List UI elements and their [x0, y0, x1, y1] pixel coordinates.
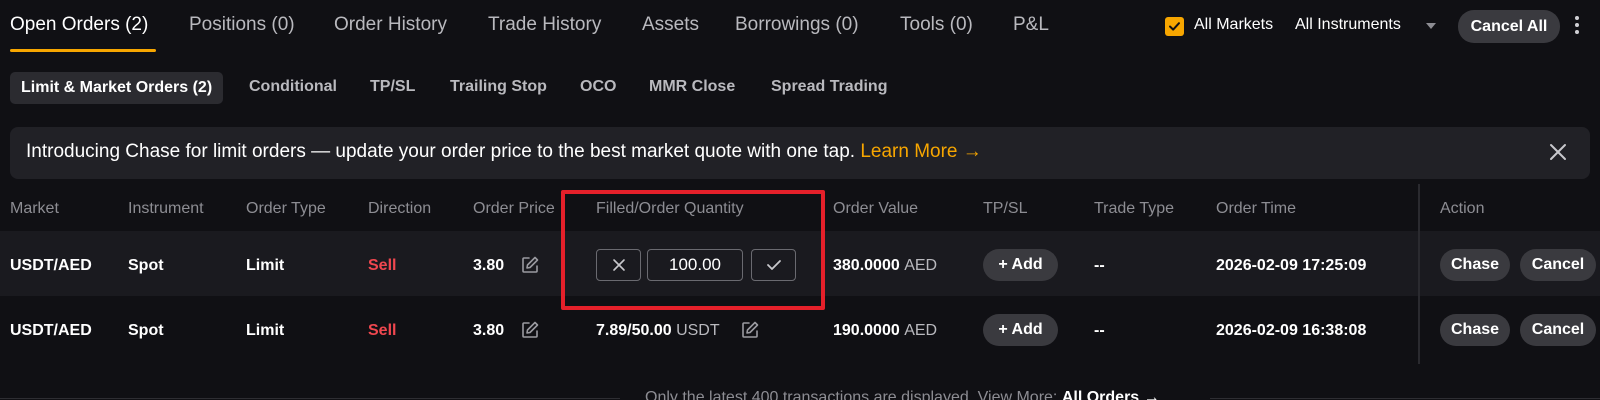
order-value-amount: 380.0000	[833, 257, 900, 274]
row-market: USDT/AED	[10, 322, 92, 339]
all-orders-link[interactable]: All Orders →	[1062, 389, 1160, 400]
quantity-cancel-button[interactable]	[596, 249, 641, 281]
check-icon	[766, 260, 781, 270]
subtab-mmr-close[interactable]: MMR Close	[649, 78, 735, 96]
cancel-all-button[interactable]: Cancel All	[1458, 10, 1560, 43]
col-header-order-type: Order Type	[246, 200, 326, 217]
footer-divider	[1210, 398, 1600, 399]
all-markets-checkbox[interactable]	[1165, 17, 1184, 36]
order-value-unit: AED	[904, 322, 938, 339]
all-markets-label[interactable]: All Markets	[1194, 16, 1273, 34]
subtab-limit-market-orders[interactable]: Limit & Market Orders (2)	[10, 72, 224, 104]
row-order-type: Limit	[246, 322, 285, 339]
row-instrument: Spot	[128, 257, 164, 274]
row-order-time: 2026-02-09 17:25:09	[1216, 257, 1367, 274]
add-tpsl-button[interactable]: + Add	[983, 249, 1058, 281]
learn-more-link[interactable]: Learn More →	[860, 141, 981, 162]
checkmark-icon	[1169, 22, 1180, 31]
close-icon	[612, 259, 625, 271]
row-order-value: 380.0000 AED	[833, 257, 937, 275]
col-header-action: Action	[1440, 200, 1485, 217]
row-order-price: 3.80	[473, 257, 505, 274]
chase-button[interactable]: Chase	[1440, 314, 1510, 346]
edit-quantity-icon[interactable]	[740, 320, 760, 340]
filled-quantity-value: 7.89/50.00	[596, 322, 672, 339]
chase-button[interactable]: Chase	[1440, 249, 1510, 281]
subtab-spread-trading[interactable]: Spread Trading	[771, 78, 887, 96]
col-header-trade-type: Trade Type	[1094, 200, 1175, 217]
footer-note-text: Only the latest 400 transactions are dis…	[645, 389, 1058, 400]
row-order-type: Limit	[246, 257, 285, 274]
edit-price-icon[interactable]	[520, 255, 540, 275]
edit-price-icon[interactable]	[520, 320, 540, 340]
col-header-instrument: Instrument	[128, 200, 204, 217]
subtab-conditional[interactable]: Conditional	[249, 78, 337, 96]
footer-divider	[0, 398, 620, 399]
tab-trade-history[interactable]: Trade History	[488, 14, 601, 36]
quantity-input[interactable]	[647, 249, 743, 281]
instrument-select[interactable]: All Instruments	[1295, 16, 1401, 34]
col-header-order-price: Order Price	[473, 200, 555, 217]
col-header-order-time: Order Time	[1216, 200, 1297, 217]
row-trade-type: --	[1094, 257, 1105, 274]
col-header-tpsl: TP/SL	[983, 200, 1028, 217]
row-trade-type: --	[1094, 322, 1105, 339]
more-vertical-icon[interactable]	[1572, 14, 1582, 36]
subtab-tpsl[interactable]: TP/SL	[370, 78, 415, 96]
row-order-time: 2026-02-09 16:38:08	[1216, 322, 1367, 339]
row-order-value: 190.0000 AED	[833, 322, 937, 340]
subtab-oco[interactable]: OCO	[580, 78, 616, 96]
row-order-price: 3.80	[473, 322, 505, 339]
tab-tools[interactable]: Tools (0)	[900, 14, 973, 36]
order-value-unit: AED	[904, 257, 938, 274]
active-tab-indicator	[10, 49, 156, 52]
col-header-direction: Direction	[368, 200, 432, 217]
row-direction: Sell	[368, 322, 397, 339]
action-column: Action Chase Cancel Chase Cancel	[1420, 184, 1600, 364]
row-market: USDT/AED	[10, 257, 92, 274]
banner-text: Introducing Chase for limit orders — upd…	[26, 141, 856, 162]
subtab-trailing-stop[interactable]: Trailing Stop	[450, 78, 547, 96]
tab-open-orders[interactable]: Open Orders (2)	[10, 14, 148, 36]
order-tabs-bar: Open Orders (2) Positions (0) Order Hist…	[0, 0, 1600, 52]
row-direction: Sell	[368, 257, 397, 274]
tab-assets[interactable]: Assets	[642, 14, 699, 36]
col-header-filled-quantity: Filled/Order Quantity	[596, 200, 744, 217]
add-tpsl-button[interactable]: + Add	[983, 314, 1058, 346]
tab-positions[interactable]: Positions (0)	[189, 14, 295, 36]
caret-down-icon[interactable]	[1425, 22, 1437, 30]
order-value-amount: 190.0000	[833, 322, 900, 339]
footer-note: Only the latest 400 transactions are dis…	[645, 389, 1160, 400]
row-instrument: Spot	[128, 322, 164, 339]
col-header-market: Market	[10, 200, 59, 217]
close-icon[interactable]	[1548, 142, 1568, 162]
banner-message: Introducing Chase for limit orders — upd…	[26, 141, 982, 163]
row-filled-quantity: 7.89/50.00 USDT	[596, 322, 720, 340]
tab-borrowings[interactable]: Borrowings (0)	[735, 14, 859, 36]
chase-announcement-banner: Introducing Chase for limit orders — upd…	[10, 127, 1590, 179]
quantity-confirm-button[interactable]	[751, 249, 796, 281]
tab-pnl[interactable]: P&L	[1013, 14, 1049, 36]
cancel-order-button[interactable]: Cancel	[1520, 314, 1596, 346]
cancel-order-button[interactable]: Cancel	[1520, 249, 1596, 281]
col-header-order-value: Order Value	[833, 200, 919, 217]
tab-order-history[interactable]: Order History	[334, 14, 447, 36]
filled-quantity-unit: USDT	[676, 322, 720, 339]
